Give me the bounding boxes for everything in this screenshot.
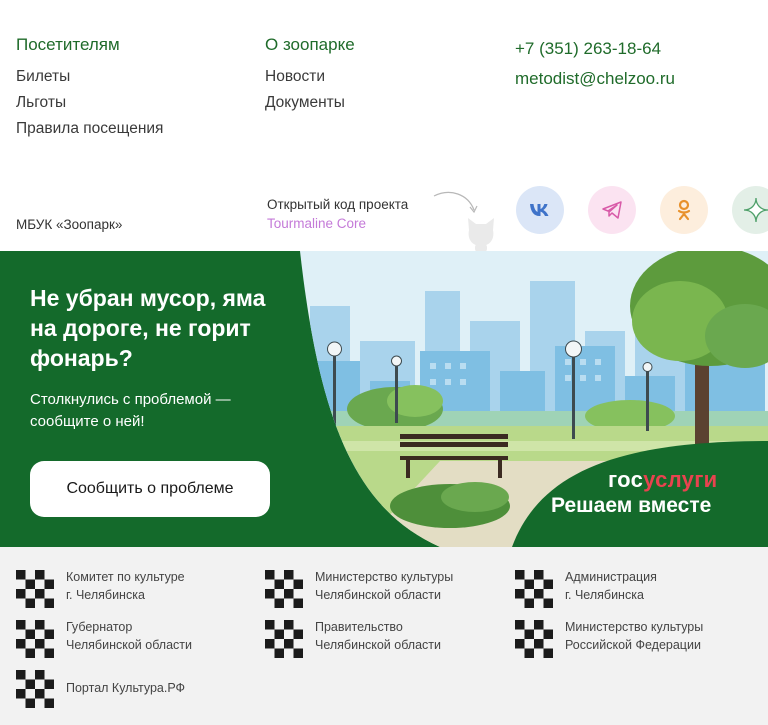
- vk-button[interactable]: [516, 186, 564, 234]
- open-source-block: Открытый код проекта Tourmaline Core: [267, 195, 408, 233]
- gosuslugi-banner: Не убран мусор, яма на дороге, не горит …: [0, 251, 768, 547]
- banner-subtitle: Столкнулись с проблемой — сообщите о ней…: [30, 391, 231, 430]
- banner-title: Не убран мусор, яма на дороге, не горит …: [30, 285, 266, 371]
- telegram-button[interactable]: [588, 186, 636, 234]
- checker-logo-icon: [265, 620, 303, 658]
- vk-icon: [530, 204, 549, 216]
- logo-part-uslugi: услуги: [643, 467, 718, 492]
- open-source-link[interactable]: Tourmaline Core: [267, 214, 408, 233]
- nav-visitors-title[interactable]: Посетителям: [16, 34, 163, 56]
- link-rules[interactable]: Правила посещения: [16, 116, 163, 142]
- nav-visitors: Посетителям Билеты Льготы Правила посеще…: [16, 34, 163, 142]
- logo-part-gos: гос: [608, 467, 644, 492]
- checker-logo-icon: [16, 670, 54, 708]
- open-source-label: Открытый код проекта: [267, 197, 409, 212]
- link-tickets[interactable]: Билеты: [16, 64, 163, 90]
- nav-about-title[interactable]: О зоопарке: [265, 34, 355, 56]
- partner-line1: Правительство: [315, 620, 403, 634]
- email-link[interactable]: metodist@chelzoo.ru: [515, 64, 675, 94]
- nav-about: О зоопарке Новости Документы: [265, 34, 355, 116]
- footer-top: Посетителям Билеты Льготы Правила посеще…: [0, 0, 768, 252]
- odnoklassniki-icon: [677, 199, 691, 221]
- telegram-icon: [602, 201, 622, 219]
- checker-logo-icon: [515, 570, 553, 608]
- partner-line2: Челябинской области: [66, 638, 192, 652]
- partner-ministry-culture-region[interactable]: Министерство культуры Челябинской области: [265, 570, 453, 608]
- gosuslugi-logo[interactable]: госуслуги: [608, 467, 718, 493]
- footer-page: Посетителям Билеты Льготы Правила посеще…: [0, 0, 768, 725]
- star-button[interactable]: [732, 186, 768, 234]
- checker-logo-icon: [265, 570, 303, 608]
- partner-government[interactable]: Правительство Челябинской области: [265, 620, 441, 658]
- partner-city-administration[interactable]: Администрация г. Челябинска: [515, 570, 657, 608]
- checker-logo-icon: [515, 620, 553, 658]
- partners-section: Комитет по культуре г. Челябинска Минист…: [0, 547, 768, 725]
- partner-line1: Министерство культуры: [565, 620, 704, 634]
- partner-line2: г. Челябинска: [565, 588, 644, 602]
- report-problem-button[interactable]: Сообщить о проблеме: [30, 461, 270, 517]
- partner-line1: Министерство культуры: [315, 570, 454, 584]
- partner-ministry-culture-rf[interactable]: Министерство культуры Российской Федераци…: [515, 620, 703, 658]
- partner-line1: Губернатор: [66, 620, 133, 634]
- contacts: +7 (351) 263-18-64 metodist@chelzoo.ru: [515, 34, 675, 94]
- link-news[interactable]: Новости: [265, 64, 355, 90]
- partner-line2: г. Челябинска: [66, 588, 145, 602]
- link-benefits[interactable]: Льготы: [16, 90, 163, 116]
- partner-governor[interactable]: Губернатор Челябинской области: [16, 620, 192, 658]
- partner-line1: Администрация: [565, 570, 657, 584]
- org-name: МБУК «Зоопарк»: [16, 217, 123, 232]
- checker-logo-icon: [16, 570, 54, 608]
- star-icon: [743, 197, 768, 223]
- phone-link[interactable]: +7 (351) 263-18-64: [515, 34, 675, 64]
- link-documents[interactable]: Документы: [265, 90, 355, 116]
- social-links: [516, 186, 768, 234]
- checker-logo-icon: [16, 620, 54, 658]
- partner-culture-committee[interactable]: Комитет по культуре г. Челябинска: [16, 570, 185, 608]
- partner-line2: Челябинской области: [315, 638, 441, 652]
- banner-tagline: Решаем вместе: [551, 494, 712, 517]
- odnoklassniki-button[interactable]: [660, 186, 708, 234]
- partner-kultura-portal[interactable]: Портал Культура.РФ: [16, 670, 185, 708]
- partner-line1: Портал Культура.РФ: [66, 681, 186, 695]
- partner-line2: Челябинской области: [315, 588, 441, 602]
- partner-line2: Российской Федерации: [565, 638, 701, 652]
- github-cat-icon: [468, 218, 494, 252]
- partner-line1: Комитет по культуре: [66, 570, 185, 584]
